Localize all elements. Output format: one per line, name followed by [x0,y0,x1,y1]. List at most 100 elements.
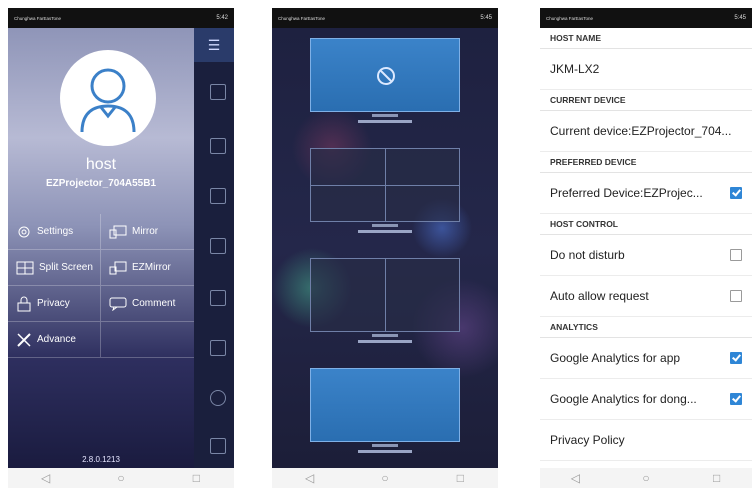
current-device-row[interactable]: Current device:EZProjector_704... [540,111,752,152]
status-bar: Chunghwa FarEasTone 5:45 [272,8,498,28]
menu-item-mirror[interactable]: Mirror [101,214,194,249]
no-entry-icon [377,67,395,85]
recents-icon[interactable]: □ [702,471,732,485]
recents-icon[interactable]: □ [445,471,475,485]
monitor-layout-split[interactable] [310,258,460,343]
clock: 5:42 [216,15,228,21]
media-icon[interactable] [210,238,226,254]
menu-item-comment[interactable]: Comment [101,286,194,321]
auto-allow-label: Auto allow request [550,289,649,303]
home-icon[interactable]: ○ [106,471,136,485]
system-nav-bar: ◁ ○ □ [540,468,752,488]
menu-item-split-screen[interactable]: Split Screen [8,250,101,285]
clock: 5:45 [734,15,746,21]
preferred-device-row[interactable]: Preferred Device:EZProjec... [540,173,752,214]
do-not-disturb-checkbox[interactable] [730,249,742,261]
home-icon[interactable]: ○ [370,471,400,485]
monitor-stand [372,334,398,337]
menu-row: Privacy Comment [8,286,194,322]
cloud-icon[interactable] [210,438,226,454]
system-nav-bar: ◁ ○ □ [272,468,498,488]
section-host-control: HOST CONTROL [540,214,752,235]
do-not-disturb-label: Do not disturb [550,248,625,262]
background-app-panel: ☰ [194,28,234,468]
menu-row: Split Screen EZMirror [8,250,194,286]
monitor-base [358,230,412,233]
document-icon[interactable] [210,138,226,154]
section-preferred-device: PREFERRED DEVICE [540,152,752,173]
host-name-row[interactable]: JKM-LX2 [540,49,752,90]
preferred-device-label: Preferred Device:EZProjec... [550,186,703,200]
auto-allow-row[interactable]: Auto allow request [540,276,752,317]
preferred-device-checkbox[interactable] [730,187,742,199]
status-bar: Chunghwa FarEasTone 5:45 [540,8,752,28]
privacy-policy-label: Privacy Policy [550,433,625,447]
menu-item-label: Advance [37,334,76,345]
phone-screen-menu: Chunghwa FarEasTone 5:42 ☰ host EZProjec… [8,8,234,488]
lock-icon [17,296,31,311]
device-id: EZProjector_704A55B1 [45,178,157,189]
menu-item-label: Privacy [37,298,70,309]
carrier-label: Chunghwa FarEasTone [546,15,594,21]
system-nav-bar: ◁ ○ □ [8,468,234,488]
ga-app-label: Google Analytics for app [550,351,681,365]
menu-item-label: Mirror [132,226,159,237]
monitor-base [358,340,412,343]
file-icon[interactable] [210,84,226,100]
tools-icon [17,332,31,347]
ezmirror-icon [109,261,127,274]
globe-icon[interactable] [210,390,226,406]
menu-item-advance[interactable]: Advance [8,322,101,357]
layout-background [272,28,498,468]
monitor-layout-quad[interactable] [310,148,460,233]
current-device-label: Current device:EZProjector_704... [550,124,732,138]
comment-icon [109,297,127,311]
gear-icon [18,226,30,237]
monitor-base [358,450,412,453]
phone-screen-settings: Chunghwa FarEasTone 5:45 HOST NAME JKM-L… [540,8,752,488]
monitor-stand [372,114,398,117]
hamburger-icon[interactable]: ☰ [194,28,234,62]
do-not-disturb-row[interactable]: Do not disturb [540,235,752,276]
menu-row: Advance [8,322,194,358]
ga-app-row[interactable]: Google Analytics for app [540,338,752,379]
monitor-screen [310,258,460,332]
clock: 5:45 [480,15,492,21]
section-host-name: HOST NAME [540,28,752,49]
avatar[interactable] [60,50,156,146]
home-icon[interactable]: ○ [631,471,661,485]
back-icon[interactable]: ◁ [295,471,325,485]
back-icon[interactable]: ◁ [560,471,590,485]
monitor-screen [310,38,460,112]
host-name-value: JKM-LX2 [550,62,600,76]
image-icon[interactable] [210,290,226,306]
split-screen-icon [16,261,34,274]
list-icon[interactable] [210,188,226,204]
menu-item-ezmirror[interactable]: EZMirror [101,250,194,285]
monitor-base [358,120,412,123]
menu-item-label: EZMirror [132,262,171,273]
settings-list: HOST NAME JKM-LX2 CURRENT DEVICE Current… [540,28,752,482]
monitor-layout-full[interactable] [310,368,460,453]
carrier-label: Chunghwa FarEasTone [278,15,326,21]
privacy-policy-row[interactable]: Privacy Policy [540,420,752,461]
phone-screen-layouts: Chunghwa FarEasTone 5:45 ◁ ○ □ [272,8,498,488]
recents-icon[interactable]: □ [181,471,211,485]
monitor-layout-blocked[interactable] [310,38,460,123]
menu-item-privacy[interactable]: Privacy [8,286,101,321]
user-icon [80,68,136,133]
auto-allow-checkbox[interactable] [730,290,742,302]
monitor-stand [372,224,398,227]
ga-dongle-checkbox[interactable] [730,393,742,405]
menu-row: Settings Mirror [8,214,194,250]
menu-item-label: Settings [37,226,74,237]
ga-app-checkbox[interactable] [730,352,742,364]
camera-icon[interactable] [210,340,226,356]
menu-item-empty [101,322,194,357]
status-bar: Chunghwa FarEasTone 5:42 [8,8,234,28]
back-icon[interactable]: ◁ [31,471,61,485]
menu-item-settings[interactable]: Settings [8,214,101,249]
ga-dongle-row[interactable]: Google Analytics for dong... [540,379,752,420]
monitor-screen [310,148,460,222]
menu-item-label: Split Screen [39,262,93,273]
